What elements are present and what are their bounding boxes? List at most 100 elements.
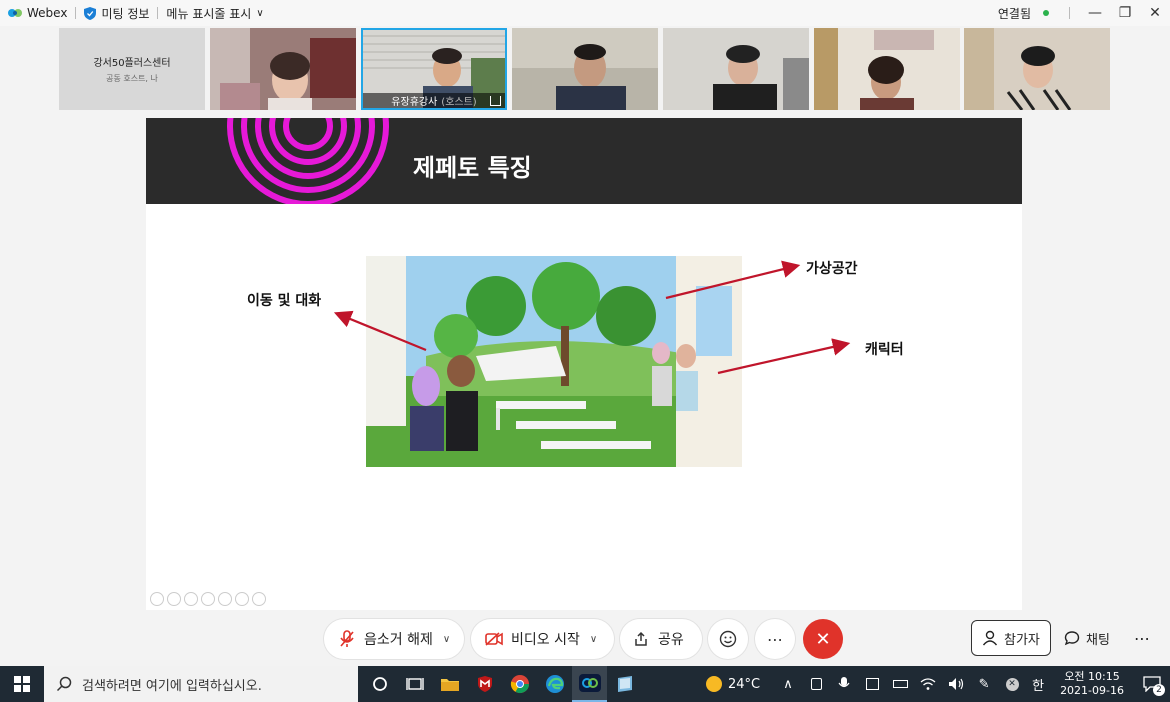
windows-taskbar: 검색하려면 여기에 입력하십시오. 24°C ∧ ✎ ✕ 한 오전 10:15 … — [0, 666, 1170, 702]
cortana-button[interactable] — [362, 666, 397, 702]
more-options-button[interactable]: ⋯ — [755, 619, 795, 659]
battery-button[interactable] — [886, 666, 914, 702]
annotation-tool[interactable] — [201, 592, 215, 606]
annotation-tool[interactable] — [150, 592, 164, 606]
shield-icon — [84, 6, 97, 20]
minimize-button[interactable]: — — [1080, 0, 1110, 26]
microphone-icon — [838, 677, 850, 688]
tray-app-button[interactable] — [858, 666, 886, 702]
weather-temperature: 24°C — [727, 676, 761, 692]
start-button[interactable] — [0, 666, 44, 702]
annotation-tool[interactable] — [235, 592, 249, 606]
webex-taskbar-button[interactable] — [572, 666, 607, 702]
participants-button[interactable]: 참가자 — [971, 620, 1051, 656]
share-button[interactable]: 공유 — [620, 619, 702, 659]
restore-button[interactable]: ❐ — [1110, 0, 1140, 26]
chat-bubble-icon — [1064, 631, 1080, 646]
app-name: Webex — [27, 6, 68, 20]
show-menu-bar-label: 메뉴 표시줄 표시 — [166, 6, 252, 21]
task-view-button[interactable] — [397, 666, 432, 702]
windows-logo-icon — [14, 676, 30, 692]
volume-button[interactable] — [942, 666, 970, 702]
leave-meeting-button[interactable]: ✕ — [803, 619, 843, 659]
webex-logo-icon — [8, 9, 22, 17]
tray-app-button[interactable] — [802, 666, 830, 702]
more-panels-button[interactable]: ⋯ — [1124, 620, 1160, 656]
participant-video-tile-host[interactable]: 유장휴강사 (호스트) — [361, 28, 507, 110]
chevron-down-icon[interactable]: ∨ — [443, 634, 450, 645]
annotation-tool[interactable] — [167, 592, 181, 606]
more-icon: ⋯ — [767, 629, 783, 649]
share-icon — [632, 630, 650, 648]
mcafee-button[interactable] — [467, 666, 502, 702]
wifi-icon — [920, 678, 936, 690]
participant-video-tile[interactable] — [512, 28, 658, 110]
annotation-tool[interactable] — [252, 592, 266, 606]
tray-app-button[interactable]: ✕ — [998, 666, 1026, 702]
chrome-icon — [510, 675, 529, 694]
edge-button[interactable] — [537, 666, 572, 702]
participant-video-tile[interactable] — [964, 28, 1110, 110]
meeting-controls: 음소거 해제 ∨ 비디오 시작 ∨ 공유 ⋯ ✕ 참가자 채팅 ⋯ — [0, 612, 1170, 666]
file-explorer-button[interactable] — [432, 666, 467, 702]
clock-time: 오전 10:15 — [1064, 670, 1120, 683]
microphone-muted-icon — [338, 630, 356, 648]
close-button[interactable]: ✕ — [1140, 0, 1170, 26]
participant-video — [210, 28, 356, 110]
chat-button[interactable]: 채팅 — [1054, 620, 1120, 656]
task-view-icon — [405, 678, 424, 690]
participant-name: 유장휴강사 — [391, 97, 438, 108]
share-label: 공유 — [658, 632, 684, 648]
annotation-toolbar — [146, 592, 266, 606]
sharing-icon — [490, 95, 501, 106]
notes-app-button[interactable] — [607, 666, 642, 702]
cortana-icon — [372, 677, 387, 691]
input-method-button[interactable]: 한 — [1026, 666, 1050, 702]
annotation-tool[interactable] — [218, 592, 232, 606]
chevron-down-icon: ∨ — [256, 7, 264, 19]
notifications-button[interactable]: 2 — [1134, 666, 1170, 702]
clock[interactable]: 오전 10:15 2021-09-16 — [1050, 670, 1134, 698]
separator — [1069, 7, 1070, 19]
pen-button[interactable]: ✎ — [970, 666, 998, 702]
chat-label: 채팅 — [1086, 632, 1110, 648]
zepeto-screenshot-image — [366, 256, 742, 467]
participant-role: (호스트) — [441, 97, 477, 108]
participant-video — [663, 28, 809, 110]
participant-video-tile[interactable] — [663, 28, 809, 110]
label-character: 캐릭터 — [865, 342, 904, 358]
show-hidden-icons-button[interactable]: ∧ — [774, 666, 802, 702]
participant-role: 공동 호스트, 나 — [106, 74, 158, 83]
network-button[interactable] — [914, 666, 942, 702]
sun-icon — [705, 676, 722, 692]
app-title: Webex — [0, 0, 75, 26]
tray-microphone-button[interactable] — [830, 666, 858, 702]
participant-video-tile[interactable] — [210, 28, 356, 110]
participant-tile-self[interactable]: 강서50플러스센터 공동 호스트, 나 — [59, 28, 205, 110]
participant-video — [964, 28, 1110, 110]
annotation-tool[interactable] — [184, 592, 198, 606]
clock-date: 2021-09-16 — [1060, 684, 1124, 697]
meeting-info-button[interactable]: 미팅 정보 — [76, 0, 157, 26]
participant-filmstrip: 강서50플러스센터 공동 호스트, 나 유장휴강사 (호스트) — [0, 26, 1170, 114]
smiley-icon — [719, 630, 737, 648]
show-menu-bar-button[interactable]: 메뉴 표시줄 표시 ∨ — [158, 0, 271, 26]
chrome-button[interactable] — [502, 666, 537, 702]
taskbar-search-box[interactable]: 검색하려면 여기에 입력하십시오. — [44, 666, 358, 702]
speaker-icon — [949, 678, 964, 690]
start-video-button[interactable]: 비디오 시작 ∨ — [471, 619, 614, 659]
participant-video — [512, 28, 658, 110]
participant-name: 강서50플러스센터 — [93, 58, 171, 69]
edge-icon — [545, 675, 564, 693]
weather-widget[interactable] — [700, 666, 728, 702]
chevron-down-icon[interactable]: ∨ — [590, 634, 597, 645]
security-icon — [865, 678, 879, 690]
reactions-button[interactable] — [708, 619, 748, 659]
unmute-button[interactable]: 음소거 해제 ∨ — [324, 619, 464, 659]
participant-video-tile[interactable] — [814, 28, 960, 110]
slide-header: 제페토 특징 — [146, 118, 1022, 204]
search-icon — [56, 676, 72, 692]
participant-video — [814, 28, 960, 110]
system-tray: 24°C ∧ ✎ ✕ 한 오전 10:15 2021-09-16 2 — [700, 666, 1170, 702]
mcafee-shield-icon — [477, 676, 492, 692]
